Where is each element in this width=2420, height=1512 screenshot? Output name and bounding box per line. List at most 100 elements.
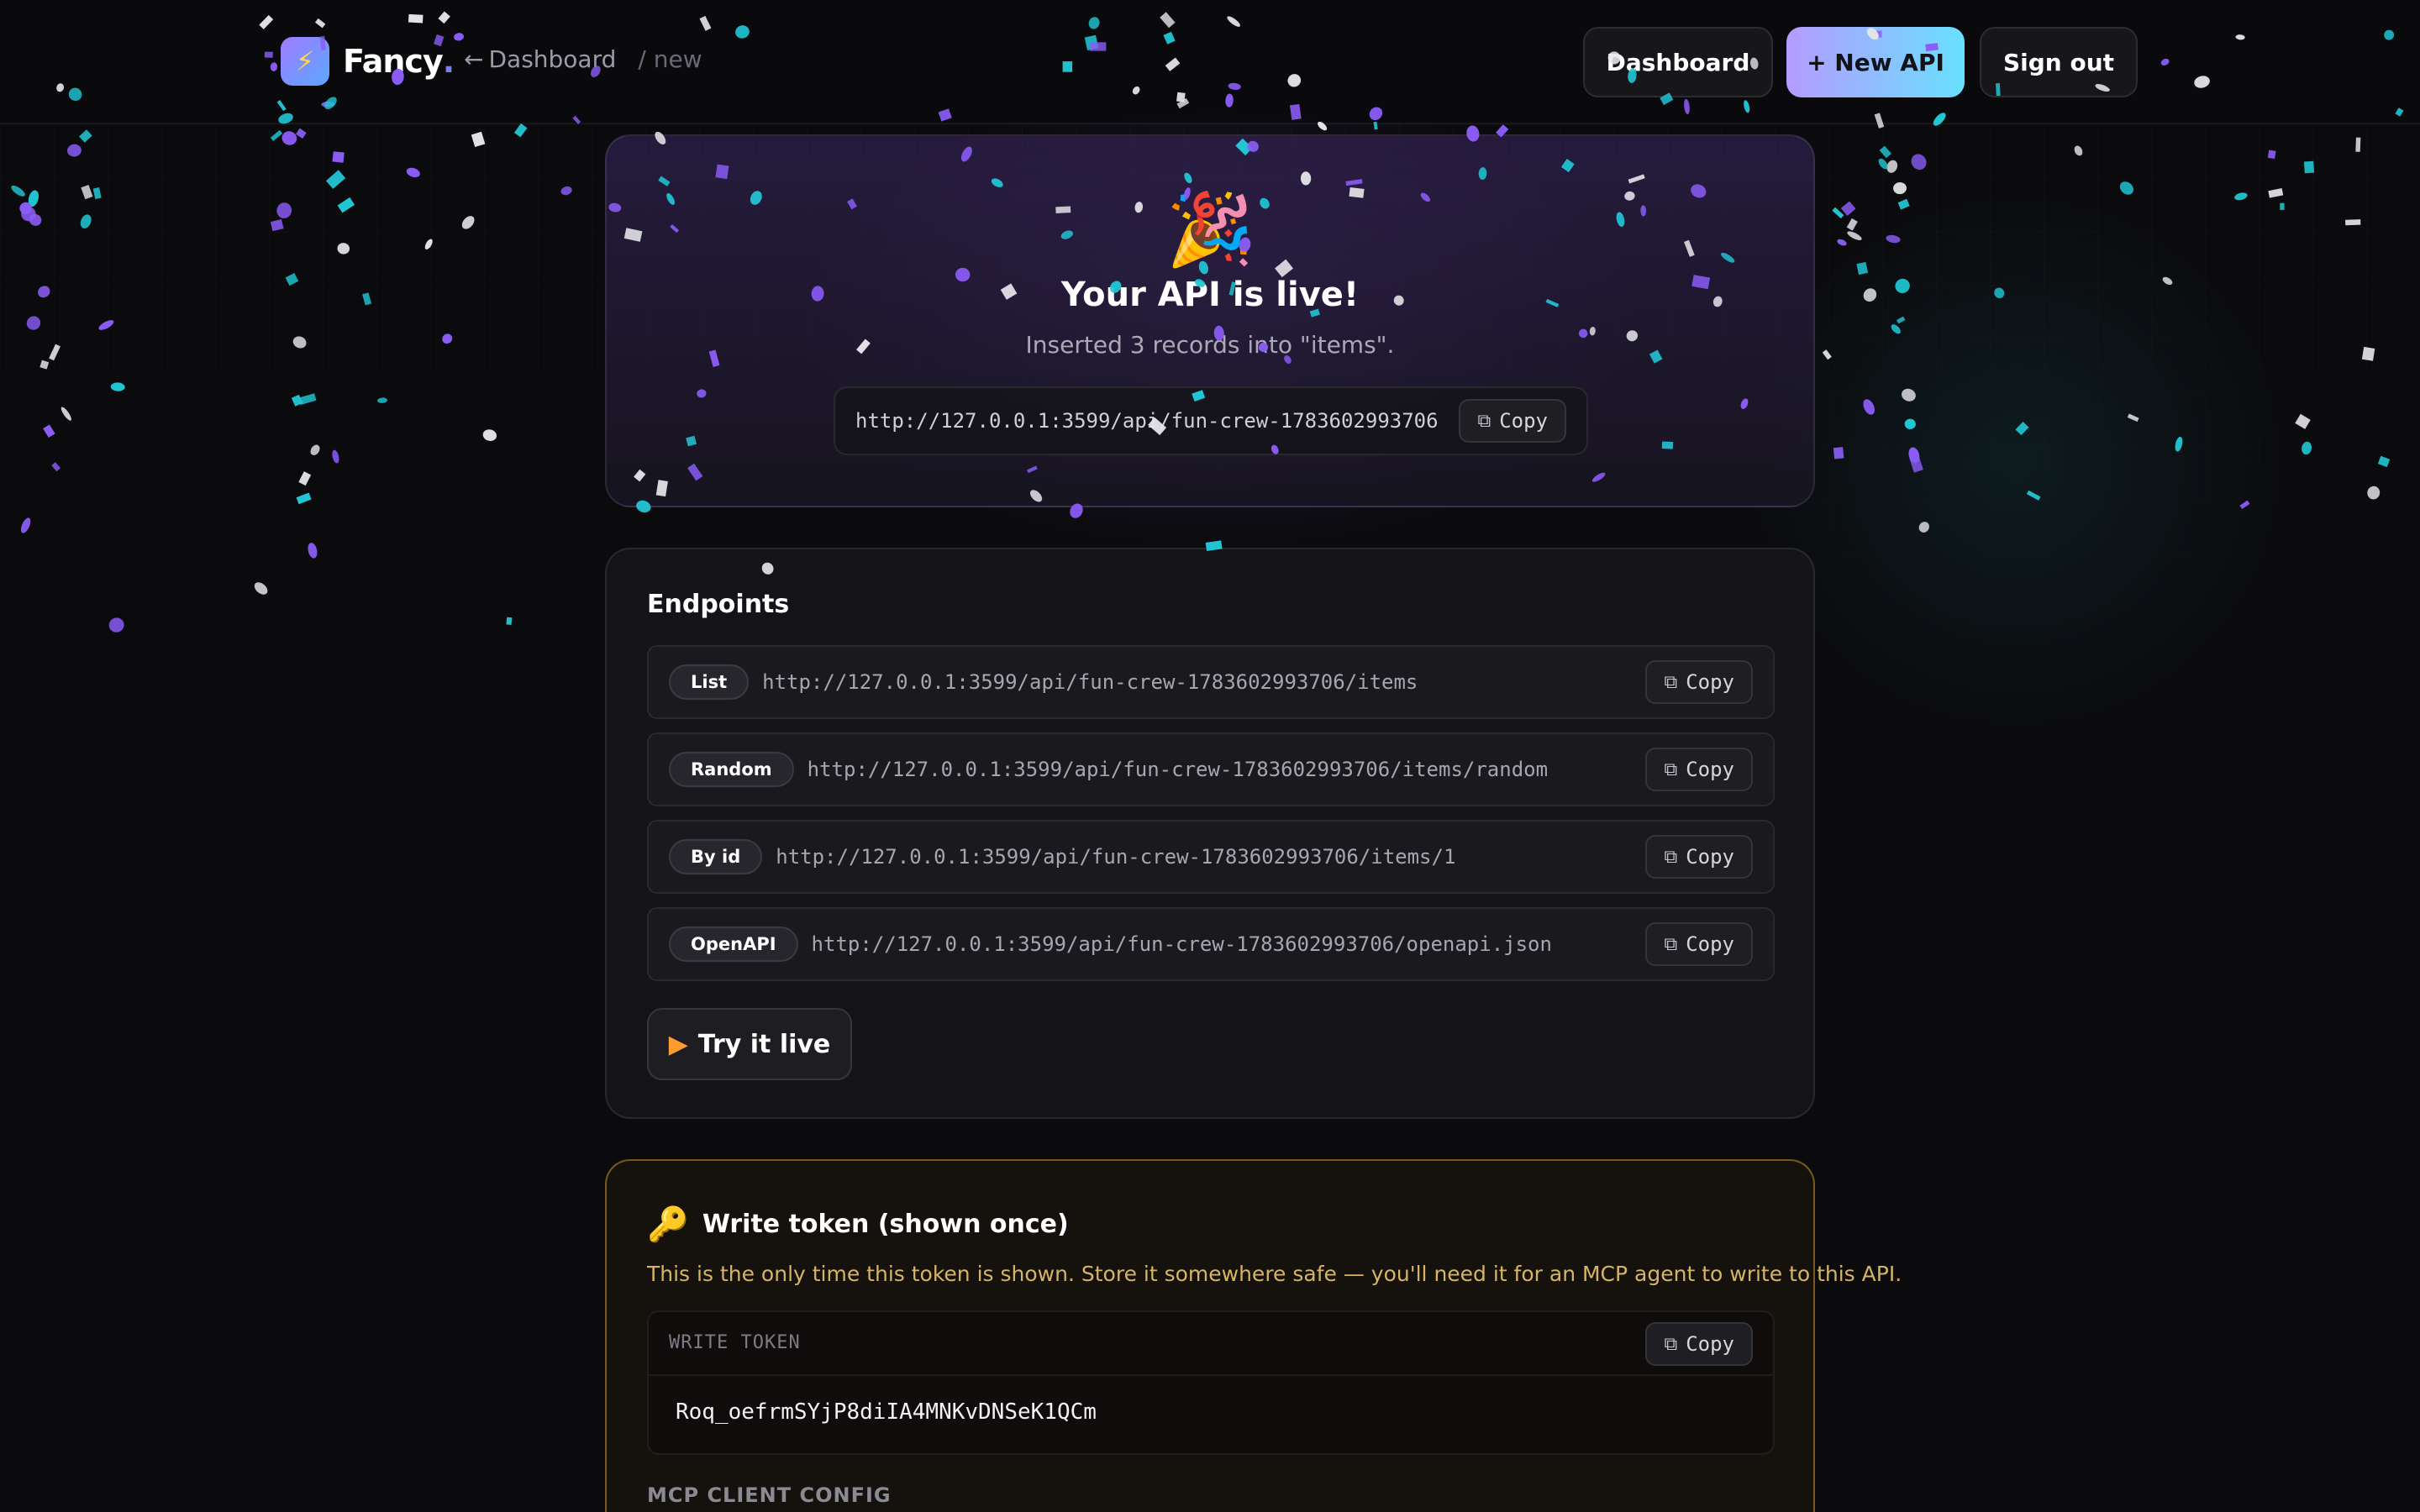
confetti-piece: [2355, 137, 2361, 152]
confetti-piece: [2239, 500, 2250, 510]
confetti-piece: [1840, 201, 1856, 217]
copy-endpoint-button[interactable]: ⧉ Copy: [1645, 748, 1753, 791]
confetti-piece: [43, 424, 55, 438]
confetti-piece: [20, 517, 31, 533]
new-api-button[interactable]: + New API: [1786, 27, 1965, 97]
copy-token-button[interactable]: ⧉ Copy: [1645, 1322, 1753, 1366]
success-subtitle: Inserted 3 records into "items".: [1025, 331, 1395, 359]
confetti-piece: [292, 336, 307, 349]
sign-out-button[interactable]: Sign out: [1980, 27, 2138, 97]
try-it-live-label: Try it live: [697, 1029, 831, 1059]
confetti-piece: [26, 316, 41, 330]
confetti-piece: [442, 333, 453, 344]
confetti-piece: [2026, 490, 2041, 501]
confetti-piece: [2280, 202, 2285, 210]
confetti-piece: [362, 292, 372, 306]
confetti-piece: [291, 394, 303, 407]
confetti-piece: [2377, 455, 2391, 468]
confetti-piece: [2162, 276, 2173, 286]
copy-icon: ⧉: [1664, 846, 1678, 868]
endpoint-badge: List: [669, 664, 750, 700]
write-token-card: 🔑 Write token (shown once) This is the o…: [605, 1159, 1902, 1512]
confetti-piece: [1895, 278, 1910, 293]
confetti-piece: [38, 286, 50, 298]
write-token-label: WRITE TOKEN: [669, 1332, 801, 1353]
confetti-piece: [506, 617, 513, 625]
confetti-piece: [298, 471, 312, 486]
confetti-piece: [560, 186, 572, 196]
endpoint-url[interactable]: http://127.0.0.1:3599/api/fun-crew-17836…: [762, 670, 1418, 694]
confetti-piece: [1904, 418, 1916, 429]
brand[interactable]: ⚡ Fancy.: [281, 37, 455, 86]
breadcrumb: ← Dashboard / new: [464, 45, 702, 73]
confetti-piece: [281, 131, 297, 145]
confetti-piece: [1994, 287, 2005, 299]
confetti-piece: [79, 129, 92, 143]
back-arrow-icon[interactable]: ←: [464, 45, 483, 73]
confetti-piece: [60, 407, 71, 421]
confetti-piece: [254, 582, 268, 595]
confetti-piece: [1822, 349, 1832, 360]
endpoint-url[interactable]: http://127.0.0.1:3599/api/fun-crew-17836…: [812, 932, 1552, 956]
endpoint-badge: By id: [669, 839, 763, 874]
confetti-piece: [1833, 447, 1844, 459]
confetti-piece: [310, 444, 320, 455]
dashboard-button[interactable]: Dashboard: [1583, 27, 1773, 97]
copy-icon: ⧉: [1477, 410, 1491, 432]
confetti-piece: [406, 167, 420, 178]
copy-icon: ⧉: [1664, 1333, 1678, 1355]
breadcrumb-dashboard-link[interactable]: Dashboard: [488, 45, 616, 73]
top-bar: ⚡ Fancy. ← Dashboard / new Dashboard + N…: [0, 0, 2420, 124]
endpoints-card: Endpoints List http://127.0.0.1:3599/api…: [605, 548, 1815, 1119]
confetti-piece: [424, 239, 433, 249]
copy-endpoint-button[interactable]: ⧉ Copy: [1645, 835, 1753, 879]
confetti-piece: [332, 449, 339, 464]
endpoint-url[interactable]: http://127.0.0.1:3599/api/fun-crew-17836…: [776, 845, 1455, 869]
copy-base-url-button[interactable]: ⧉ Copy: [1459, 399, 1566, 443]
confetti-piece: [2015, 421, 2029, 436]
write-token-header: 🔑 Write token (shown once): [647, 1205, 1069, 1244]
copy-icon: ⧉: [1664, 671, 1678, 693]
confetti-piece: [1863, 288, 1877, 302]
confetti-piece: [110, 382, 125, 391]
endpoint-url[interactable]: http://127.0.0.1:3599/api/fun-crew-17836…: [808, 758, 1548, 781]
confetti-piece: [1878, 158, 1888, 170]
confetti-piece: [51, 462, 61, 472]
confetti-piece: [296, 128, 307, 139]
copy-label: Copy: [1686, 932, 1734, 956]
write-token-box: WRITE TOKEN ⧉ Copy Roq_oefrmSYjP8diIA4MN…: [647, 1310, 1775, 1455]
confetti-piece: [1902, 388, 1916, 402]
mcp-config-label: MCP CLIENT CONFIG: [647, 1483, 892, 1507]
copy-endpoint-button[interactable]: ⧉ Copy: [1645, 660, 1753, 704]
confetti-piece: [1879, 145, 1891, 159]
confetti-piece: [325, 170, 346, 189]
confetti-piece: [298, 393, 317, 406]
write-token-title: Write token (shown once): [702, 1210, 1069, 1239]
copy-endpoint-button[interactable]: ⧉ Copy: [1645, 922, 1753, 966]
confetti-piece: [80, 214, 92, 228]
confetti-piece: [2074, 145, 2083, 156]
confetti-piece: [2302, 441, 2312, 455]
write-token-warning: This is the only time this token is show…: [647, 1262, 1902, 1286]
confetti-piece: [1832, 207, 1844, 219]
confetti-piece: [2295, 413, 2311, 429]
confetti-piece: [2127, 413, 2139, 423]
try-it-live-button[interactable]: ▶ Try it live: [647, 1008, 852, 1080]
confetti-piece: [276, 202, 292, 218]
confetti-piece: [1893, 181, 1907, 195]
endpoint-list: List http://127.0.0.1:3599/api/fun-crew-…: [647, 645, 1775, 995]
base-url-pill: http://127.0.0.1:3599/api/fun-crew-17836…: [834, 386, 1588, 455]
confetti-piece: [377, 397, 387, 403]
play-icon: ▶: [668, 1029, 688, 1059]
brand-name: Fancy: [343, 43, 444, 80]
confetti-piece: [39, 360, 50, 370]
confetti-piece: [2303, 160, 2315, 174]
write-token-value[interactable]: Roq_oefrmSYjP8diIA4MNKvDNSeK1QCm: [676, 1399, 1097, 1425]
confetti-piece: [308, 543, 318, 559]
confetti-piece: [2367, 486, 2381, 500]
confetti-piece: [2119, 181, 2133, 195]
copy-label: Copy: [1686, 670, 1734, 694]
confetti-piece: [92, 187, 102, 200]
confetti-piece: [81, 185, 93, 200]
base-url[interactable]: http://127.0.0.1:3599/api/fun-crew-17836…: [855, 409, 1439, 433]
